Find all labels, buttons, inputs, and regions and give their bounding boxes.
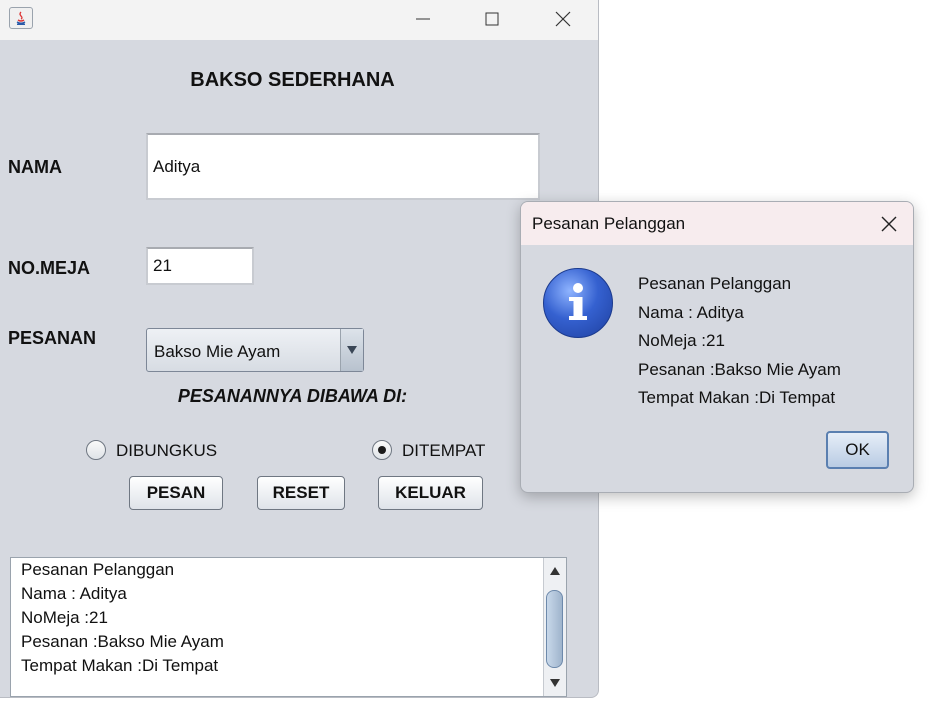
scroll-down-button[interactable]	[544, 672, 566, 694]
dialog-title: Pesanan Pelanggan	[532, 214, 686, 233]
pesan-button[interactable]: PESAN	[129, 476, 223, 510]
maximize-icon	[485, 12, 499, 26]
pesanan-label: PESANAN	[8, 328, 97, 348]
no-meja-label: NO.MEJA	[8, 258, 91, 278]
keluar-button[interactable]: KELUAR	[378, 476, 483, 510]
output-line: NoMeja :21	[21, 608, 108, 627]
arrow-down-icon	[550, 679, 560, 687]
message-line: Tempat Makan :Di Tempat	[638, 388, 836, 407]
no-meja-field[interactable]: 21	[146, 247, 254, 285]
info-icon	[543, 268, 613, 338]
title-bar	[0, 0, 598, 40]
radio-dibungkus[interactable]	[86, 440, 106, 460]
nama-field-value: Aditya	[153, 156, 201, 176]
pesanan-selected-value: Bakso Mie Ayam	[154, 342, 281, 361]
pesanan-dropdown[interactable]: Bakso Mie Ayam	[146, 328, 364, 372]
close-button[interactable]	[535, 0, 591, 38]
no-meja-field-value: 21	[153, 256, 172, 275]
dialog-title-bar: Pesanan Pelanggan	[521, 202, 913, 245]
maximize-button[interactable]	[464, 0, 520, 38]
takeaway-heading: PESANANNYA DIBAWA DI:	[177, 386, 408, 406]
output-line: Nama : Aditya	[21, 584, 127, 603]
java-app-icon[interactable]	[9, 7, 33, 29]
arrow-up-icon	[550, 567, 560, 575]
nama-field[interactable]: Aditya	[146, 133, 540, 200]
nama-label: NAMA	[8, 157, 62, 177]
output-textarea[interactable]: Pesanan Pelanggan Nama : Aditya NoMeja :…	[10, 557, 567, 697]
output-lines: Pesanan Pelanggan Nama : Aditya NoMeja :…	[21, 558, 224, 678]
vertical-scrollbar[interactable]	[543, 558, 566, 696]
close-icon	[555, 11, 571, 27]
scroll-thumb[interactable]	[546, 590, 563, 668]
message-line: Pesanan Pelanggan	[638, 274, 792, 293]
dropdown-arrow-button[interactable]	[340, 329, 363, 371]
scroll-up-button[interactable]	[544, 560, 566, 582]
radio-ditempat[interactable]	[372, 440, 392, 460]
output-line: Pesanan :Bakso Mie Ayam	[21, 632, 224, 651]
reset-button[interactable]: RESET	[257, 476, 345, 510]
close-icon	[881, 216, 897, 232]
output-line: Pesanan Pelanggan	[21, 560, 175, 579]
app-heading: BAKSO SEDERHANA	[190, 69, 395, 91]
minimize-icon	[416, 18, 430, 20]
message-line: NoMeja :21	[638, 331, 725, 350]
message-line: Pesanan :Bakso Mie Ayam	[638, 359, 841, 379]
radio-dibungkus-label[interactable]: DIBUNGKUS	[116, 441, 217, 461]
chevron-down-icon	[347, 346, 357, 354]
radio-selected-dot	[378, 446, 386, 454]
main-window: BAKSO SEDERHANA NAMA Aditya NO.MEJA 21 P…	[0, 0, 599, 698]
ok-button[interactable]: OK	[826, 431, 889, 469]
dialog-message: Pesanan Pelanggan Nama : Aditya NoMeja :…	[638, 270, 841, 413]
dialog-close-button[interactable]	[871, 206, 907, 242]
minimize-button[interactable]	[395, 0, 451, 38]
message-dialog: Pesanan Pelanggan Pesanan Pelanggan Nama…	[520, 201, 914, 493]
radio-ditempat-label[interactable]: DITEMPAT	[402, 441, 485, 461]
output-line: Tempat Makan :Di Tempat	[21, 656, 219, 675]
message-line: Nama : Aditya	[638, 302, 744, 322]
